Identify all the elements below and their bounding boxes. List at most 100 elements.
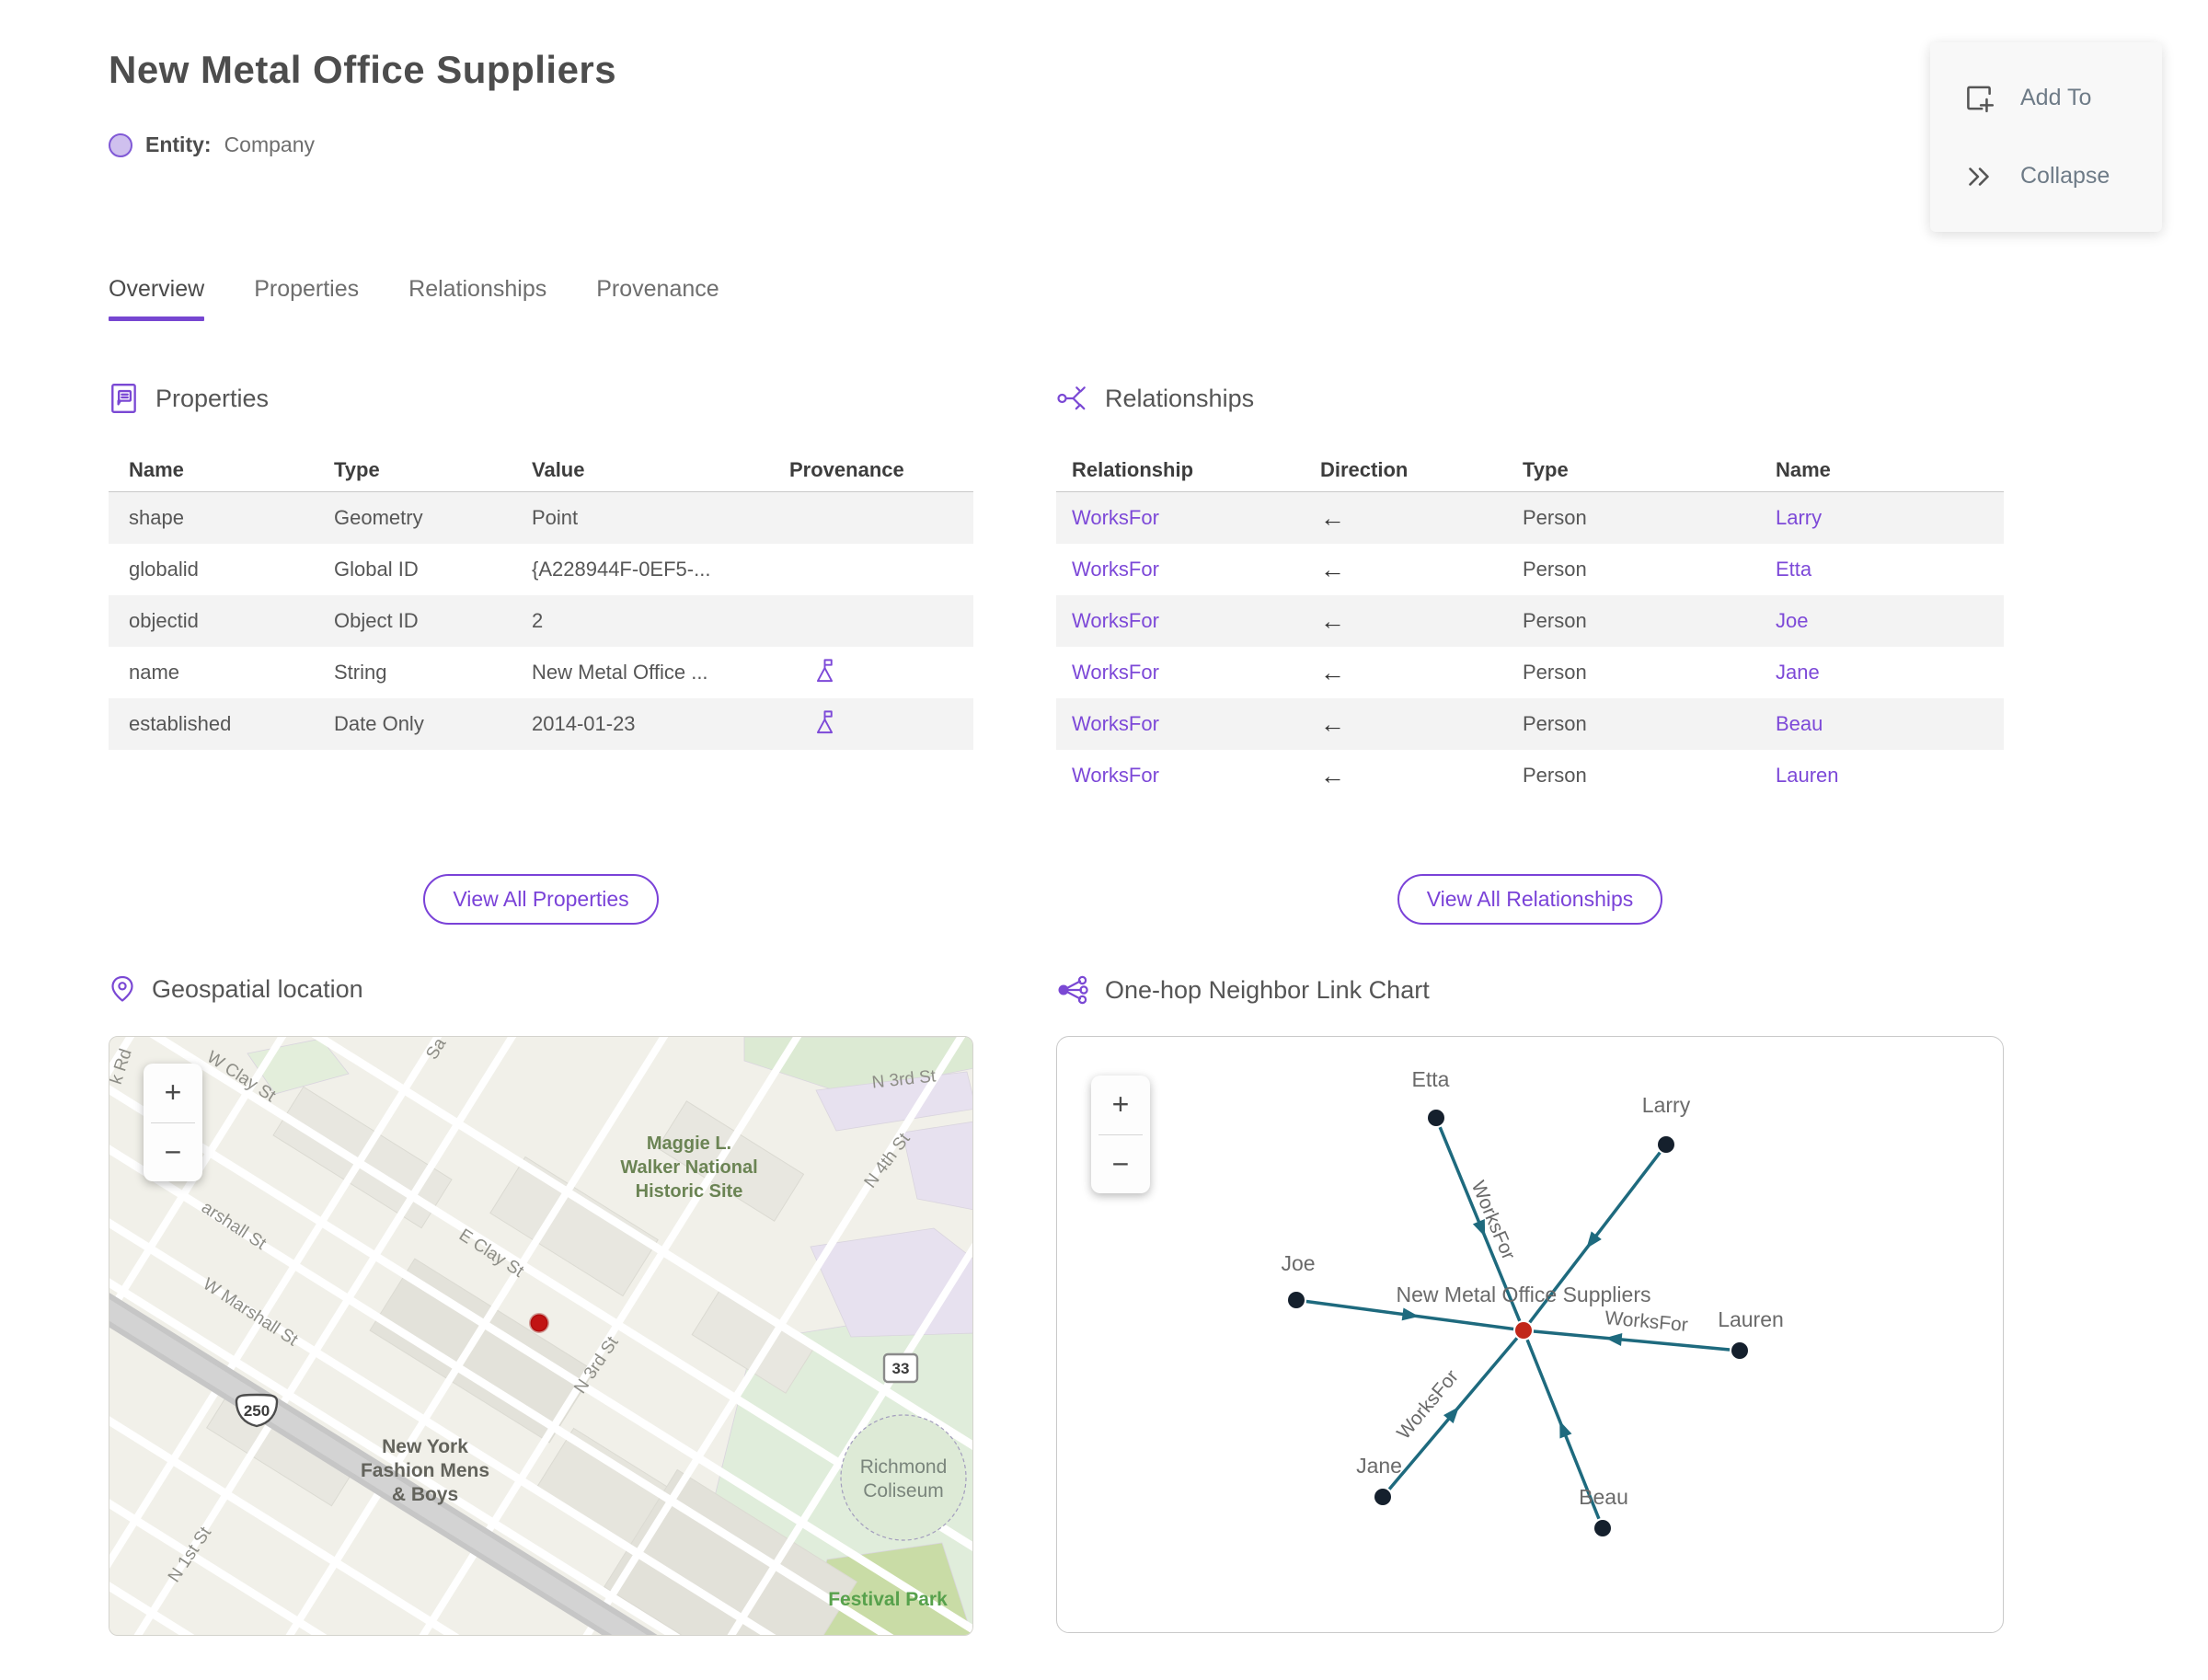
- map-panel: + − k Rd W Clay St Sa arshall St W Marshall …: [109, 1036, 973, 1636]
- add-to-label: Add To: [2020, 85, 2092, 110]
- property-value-cell: 2: [532, 609, 544, 632]
- direction-arrow: ←: [1320, 503, 1345, 532]
- direction-arrow: ←: [1320, 606, 1345, 635]
- map-pin-icon: [111, 975, 133, 1002]
- graph-edge[interactable]: [1533, 1329, 1731, 1352]
- property-row: shape Geometry Point: [109, 492, 973, 544]
- graph-node-label: New Metal Office Suppliers: [1397, 1283, 1651, 1306]
- tab-relationships[interactable]: Relationships: [408, 276, 546, 321]
- tab-properties[interactable]: Properties: [254, 276, 359, 321]
- entity-location-marker[interactable]: [529, 1313, 549, 1333]
- column-header: Type: [334, 457, 380, 481]
- view-all-relationships-button[interactable]: View All Relationships: [1397, 874, 1663, 925]
- entity-type-icon: [109, 132, 132, 157]
- graph-node-center[interactable]: [1515, 1322, 1532, 1339]
- entity-label: Entity:: [145, 132, 212, 156]
- relationship-type-link[interactable]: WorksFor: [1072, 764, 1159, 787]
- relationship-type-link[interactable]: WorksFor: [1072, 506, 1159, 529]
- entity-badge: Entity: Company: [109, 132, 315, 157]
- property-provenance-cell: [789, 708, 973, 742]
- provenance-flag-icon[interactable]: [811, 708, 838, 736]
- add-to-button[interactable]: Add To: [1930, 81, 2162, 116]
- active-tab-underline: [109, 316, 205, 321]
- graph-node[interactable]: [1374, 1489, 1391, 1505]
- geospatial-section-header: Geospatial location: [109, 973, 363, 1005]
- graph-node-label: Jane: [1356, 1454, 1402, 1478]
- property-type-cell: Date Only: [334, 712, 424, 735]
- relationship-type-link[interactable]: WorksFor: [1072, 712, 1159, 735]
- relationship-row: WorksFor ← Person Beau: [1056, 698, 2004, 750]
- direction-arrow: ←: [1320, 761, 1345, 789]
- link-chart-icon: [1058, 975, 1088, 1005]
- route-shield: 33: [882, 1352, 919, 1384]
- map-canvas[interactable]: k Rd W Clay St Saarshall StW Marshall StE …: [109, 1037, 973, 1636]
- property-value-cell: New Metal Office ...: [532, 661, 708, 684]
- map-poi-label: Fashion Mens: [361, 1460, 489, 1481]
- relationships-table: Relationship Direction Type Name WorksFor ← Pe…: [1056, 448, 2004, 801]
- map-zoom-out-button[interactable]: −: [144, 1123, 202, 1182]
- svg-text:250: 250: [244, 1402, 270, 1420]
- properties-table-header: Name Type Value Provenance: [109, 448, 973, 492]
- entity-type-value: Company: [224, 132, 315, 156]
- property-type-cell: Global ID: [334, 558, 419, 581]
- map-zoom-control: + −: [144, 1064, 202, 1181]
- entity-type-cell: Person: [1523, 558, 1587, 581]
- column-header: Provenance: [789, 457, 904, 481]
- direction-arrow: ←: [1320, 658, 1345, 686]
- graph-node[interactable]: [1658, 1136, 1674, 1153]
- property-row: objectid Object ID 2: [109, 595, 973, 647]
- chevrons-right-icon: [1969, 167, 1989, 186]
- map-poi-label: Coliseum: [863, 1480, 944, 1502]
- map-zoom-in-button[interactable]: +: [144, 1064, 202, 1122]
- property-row: globalid Global ID {A228944F-0EF5-...: [109, 544, 973, 595]
- relationships-icon: [1057, 386, 1086, 410]
- related-entity-link[interactable]: Jane: [1776, 661, 1820, 684]
- related-entity-link[interactable]: Joe: [1776, 609, 1808, 632]
- related-entity-link[interactable]: Larry: [1776, 506, 1822, 529]
- map-poi-label: New York: [382, 1436, 468, 1457]
- property-row: name String New Metal Office ...: [109, 647, 973, 698]
- view-all-properties-button[interactable]: View All Properties: [423, 874, 659, 925]
- direction-arrow: ←: [1320, 709, 1345, 738]
- graph-node[interactable]: [1731, 1342, 1748, 1359]
- tab-provenance[interactable]: Provenance: [596, 276, 719, 321]
- relationships-table-header: Relationship Direction Type Name: [1056, 448, 2004, 492]
- related-entity-link[interactable]: Etta: [1776, 558, 1811, 581]
- graph-node[interactable]: [1594, 1520, 1611, 1536]
- graph-node[interactable]: [1288, 1292, 1305, 1308]
- chart-zoom-out-button[interactable]: −: [1091, 1135, 1150, 1194]
- property-value-cell: 2014-01-23: [532, 712, 636, 735]
- relationship-row: WorksFor ← Person Jane: [1056, 647, 2004, 698]
- properties-icon: [111, 384, 136, 413]
- graph-node-label: Etta: [1412, 1067, 1450, 1091]
- link-chart-panel: + − WorksFor WorksFor WorksFor New Metal Of…: [1056, 1036, 2004, 1633]
- provenance-flag-icon[interactable]: [811, 656, 838, 685]
- map-poi-label: Festival Park: [828, 1589, 948, 1610]
- relationship-type-link[interactable]: WorksFor: [1072, 661, 1159, 684]
- property-name-cell: established: [129, 712, 232, 735]
- graph-node-label: Lauren: [1718, 1307, 1784, 1331]
- property-value-cell: Point: [532, 506, 579, 529]
- relationship-type-link[interactable]: WorksFor: [1072, 558, 1159, 581]
- collapse-button[interactable]: Collapse: [1930, 159, 2162, 194]
- chart-zoom-in-button[interactable]: +: [1091, 1076, 1150, 1134]
- graph-node-label: Joe: [1281, 1251, 1315, 1275]
- map-poi-label: & Boys: [392, 1484, 458, 1505]
- map-poi-label: Historic Site: [636, 1181, 743, 1202]
- relationship-type-link[interactable]: WorksFor: [1072, 609, 1159, 632]
- property-type-cell: Geometry: [334, 506, 423, 529]
- column-header: Value: [532, 457, 585, 481]
- direction-arrow: ←: [1320, 555, 1345, 583]
- property-provenance-cell: [789, 656, 973, 690]
- action-panel: Add To Collapse: [1930, 42, 2162, 232]
- link-chart-canvas[interactable]: WorksForWorksForWorksForNew Metal Office…: [1057, 1037, 2004, 1633]
- graph-node-label: Beau: [1579, 1485, 1628, 1509]
- graph-node[interactable]: [1428, 1110, 1444, 1126]
- entity-type-cell: Person: [1523, 609, 1587, 632]
- chart-zoom-control: + −: [1091, 1076, 1150, 1193]
- property-name-cell: name: [129, 661, 180, 684]
- related-entity-link[interactable]: Beau: [1776, 712, 1823, 735]
- column-header: Direction: [1320, 457, 1409, 481]
- tab-overview[interactable]: Overview: [109, 276, 205, 321]
- related-entity-link[interactable]: Lauren: [1776, 764, 1839, 787]
